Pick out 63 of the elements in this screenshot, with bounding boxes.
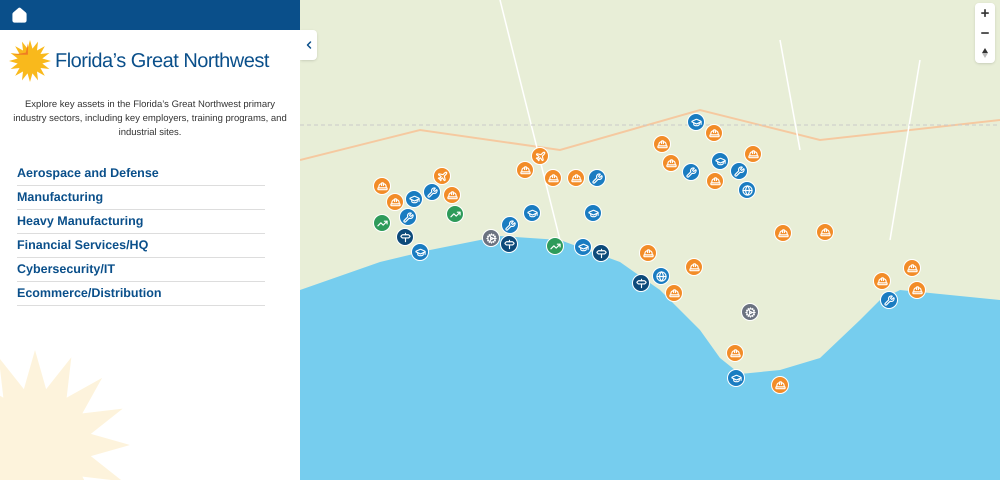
chart-icon xyxy=(550,240,560,252)
sector-link[interactable]: Financial Services/HQ xyxy=(17,234,265,258)
hard-hat-icon xyxy=(642,248,654,258)
hard-hat-icon xyxy=(912,284,922,296)
hard-hat-icon xyxy=(710,176,720,186)
graduation-cap-icon xyxy=(526,208,538,218)
hard-hat-icon xyxy=(666,158,676,168)
signpost-icon xyxy=(596,248,606,258)
hard-hat-icon xyxy=(774,380,786,390)
wrench-icon xyxy=(884,294,894,306)
hard-hat-icon xyxy=(688,262,700,272)
signpost-icon xyxy=(504,238,514,250)
hard-hat-icon xyxy=(390,196,400,208)
hard-hat-icon xyxy=(548,172,558,184)
wrench-icon xyxy=(504,220,516,230)
hard-hat-icon xyxy=(876,276,888,286)
gear-icon xyxy=(486,232,496,244)
sector-link[interactable]: Cybersecurity/IT xyxy=(17,258,265,282)
hard-hat-icon xyxy=(906,262,918,274)
graduation-cap-icon xyxy=(578,242,588,252)
globe-icon xyxy=(742,184,752,196)
hard-hat-icon xyxy=(446,190,458,200)
signpost-icon xyxy=(400,232,410,242)
hard-hat-icon xyxy=(708,128,720,138)
sector-link[interactable]: Heavy Manufacturing xyxy=(17,210,265,234)
hard-hat-icon xyxy=(748,148,758,160)
zoom-in-button[interactable]: + xyxy=(975,3,995,23)
hard-hat-icon xyxy=(730,348,740,358)
compass-icon xyxy=(982,48,988,58)
sector-link[interactable]: Ecommerce/Distribution xyxy=(17,282,265,306)
wrench-icon xyxy=(734,166,744,176)
home-icon[interactable] xyxy=(11,6,28,24)
graduation-cap-icon xyxy=(588,208,598,218)
plane-icon xyxy=(436,170,448,182)
collapse-sidebar-button[interactable] xyxy=(300,30,317,60)
graduation-cap-icon xyxy=(690,116,702,128)
hard-hat-icon xyxy=(570,172,582,184)
globe-icon xyxy=(656,270,666,282)
sector-link[interactable]: Manufacturing xyxy=(17,186,265,210)
hard-hat-icon xyxy=(520,164,530,176)
hard-hat-icon xyxy=(820,226,830,238)
signpost-icon xyxy=(636,278,646,288)
chart-icon xyxy=(450,208,460,220)
graduation-cap-icon xyxy=(714,156,726,166)
wrench-icon xyxy=(592,172,602,184)
logo-text: Florida’s Great Northwest xyxy=(55,49,269,74)
hard-hat-icon xyxy=(668,288,680,298)
graduation-cap-icon xyxy=(414,246,426,258)
chart-icon xyxy=(376,218,388,228)
wrench-icon xyxy=(426,186,438,198)
sun-logo-icon xyxy=(9,40,51,82)
zoom-out-button[interactable]: − xyxy=(975,23,995,43)
hard-hat-icon xyxy=(656,138,668,150)
gear-icon xyxy=(744,306,756,318)
sector-link[interactable]: Aerospace and Defense xyxy=(17,162,265,186)
wrench-icon xyxy=(686,166,696,178)
hard-hat-icon xyxy=(778,228,788,238)
graduation-cap-icon xyxy=(408,194,420,204)
intro-text: Explore key assets in the Florida’s Great Northwest primary industry sectors, including key employers, training programs, and industrial sites. xyxy=(12,98,288,140)
plane-icon xyxy=(534,150,546,162)
hard-hat-icon xyxy=(376,180,388,192)
graduation-cap-icon xyxy=(730,372,742,384)
wrench-icon xyxy=(402,212,414,222)
